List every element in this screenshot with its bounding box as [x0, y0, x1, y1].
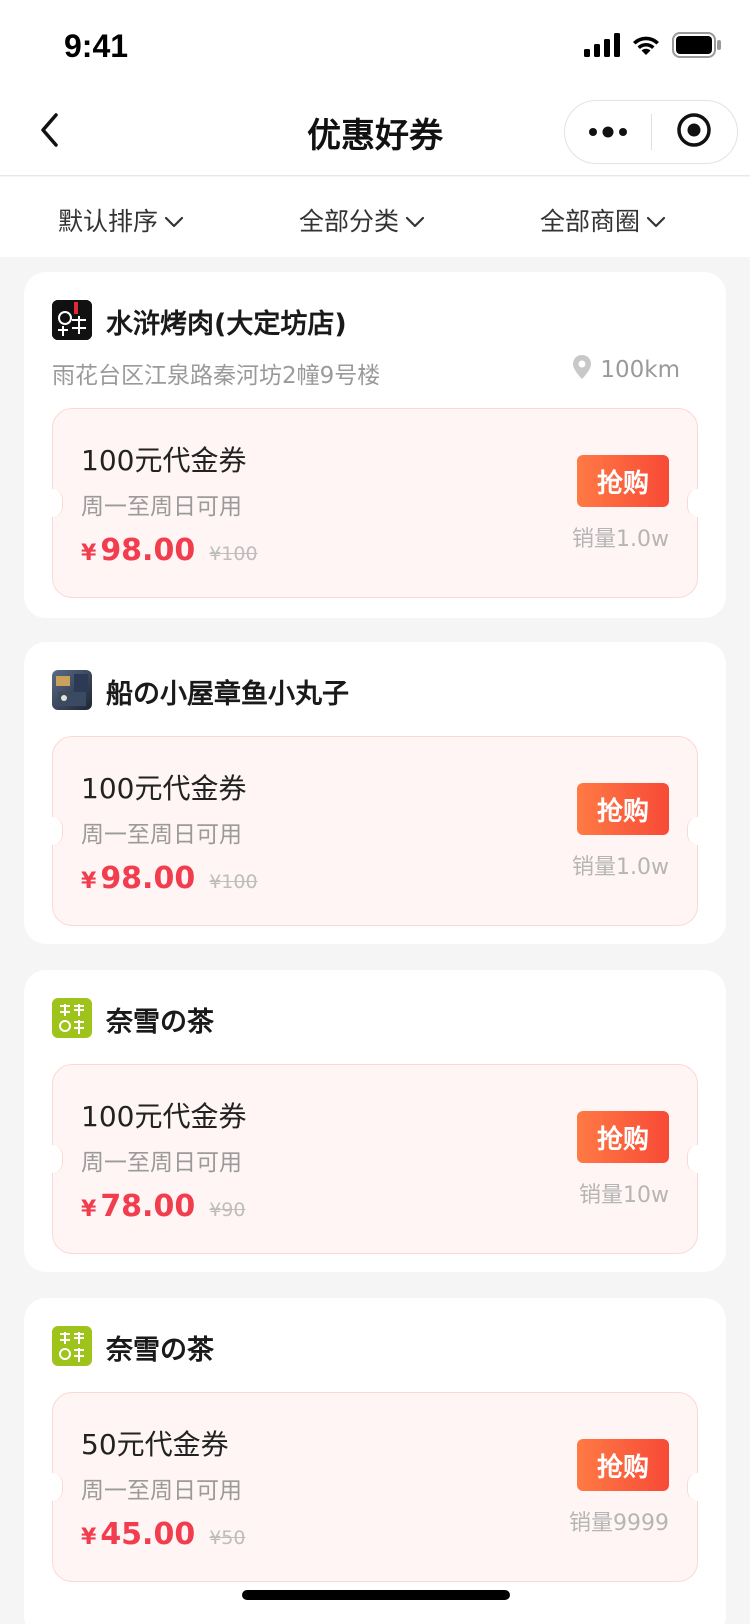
price-symbol: ¥: [81, 1525, 97, 1550]
coupon-desc: 周一至周日可用: [81, 1478, 242, 1504]
close-button[interactable]: [652, 100, 738, 164]
chevron-down-icon: [646, 206, 666, 235]
shop-card[interactable]: 奈雪の茶 100元代金券 周一至周日可用 ¥ 78.00 ¥90 抢购 销量10…: [24, 970, 726, 1272]
shop-name: 奈雪の茶: [106, 1007, 214, 1038]
home-indicator: [242, 1590, 510, 1600]
coupon-price: ¥ 45.00 ¥50: [81, 1517, 245, 1552]
sales-count: 销量9999: [569, 1511, 669, 1536]
sales-count: 销量10w: [579, 1183, 669, 1208]
price-symbol: ¥: [81, 541, 97, 566]
more-dots-icon: [588, 123, 628, 142]
filter-category[interactable]: 全部分类: [299, 203, 425, 237]
coupon[interactable]: 100元代金券 周一至周日可用 ¥ 98.00 ¥100 抢购 销量1.0w: [42, 408, 708, 598]
coupon-title: 100元代金券: [81, 772, 247, 805]
shop-logo: [52, 1326, 92, 1366]
price-symbol: ¥: [81, 869, 97, 894]
chevron-down-icon: [405, 206, 425, 235]
filter-sort-label: 默认排序: [58, 207, 159, 236]
sales-count: 销量1.0w: [572, 527, 669, 552]
coupon-title: 100元代金券: [81, 1100, 247, 1133]
shop-name: 船の小屋章鱼小丸子: [106, 679, 349, 710]
nav-bar: 优惠好券: [0, 88, 750, 176]
shop-card[interactable]: 奈雪の茶 50元代金券 周一至周日可用 ¥ 45.00 ¥50 抢购 销量999…: [24, 1298, 726, 1624]
status-time: 9:41: [64, 28, 129, 64]
battery-icon: [672, 32, 722, 62]
shop-address: 雨花台区江泉路秦河坊2幢9号楼: [52, 363, 381, 389]
naixue-logo-mark: [52, 998, 92, 1038]
filter-district[interactable]: 全部商圈: [540, 203, 666, 237]
mini-program-capsule: [564, 100, 738, 164]
coupon-price: ¥ 98.00 ¥100: [81, 861, 258, 896]
target-close-icon: [676, 112, 712, 152]
naixue-logo-mark: [52, 1326, 92, 1366]
shop-name: 奈雪の茶: [106, 1335, 214, 1366]
coupon[interactable]: 100元代金券 周一至周日可用 ¥ 98.00 ¥100 抢购 销量1.0w: [42, 736, 708, 926]
shop-distance: 100km: [572, 354, 680, 386]
price-value: 98.00: [100, 533, 196, 568]
shop-logo: [52, 670, 92, 710]
shop-logo: [52, 998, 92, 1038]
original-price: ¥100: [209, 543, 258, 565]
signal-icon: [584, 33, 620, 61]
wifi-icon: [630, 33, 662, 61]
filter-sort[interactable]: 默认排序: [58, 203, 184, 237]
shop-card[interactable]: 船の小屋章鱼小丸子 100元代金券 周一至周日可用 ¥ 98.00 ¥100 抢…: [24, 642, 726, 944]
filter-category-label: 全部分类: [299, 207, 400, 236]
filter-bar: 默认排序 全部分类 全部商圈: [0, 177, 750, 257]
coupon-price: ¥ 78.00 ¥90: [81, 1189, 245, 1224]
coupon-price: ¥ 98.00 ¥100: [81, 533, 258, 568]
buy-button[interactable]: 抢购: [577, 455, 669, 507]
chevron-down-icon: [164, 206, 184, 235]
shop-name: 水浒烤肉(大定坊店): [106, 309, 347, 340]
coupon-title: 100元代金券: [81, 444, 247, 477]
more-button[interactable]: [565, 100, 651, 164]
coupon-desc: 周一至周日可用: [81, 494, 242, 520]
price-value: 98.00: [100, 861, 196, 896]
price-symbol: ¥: [81, 1197, 97, 1222]
status-bar: 9:41: [0, 0, 750, 88]
original-price: ¥50: [209, 1527, 246, 1549]
distance-value: 100km: [600, 357, 680, 383]
original-price: ¥90: [209, 1199, 246, 1221]
coupon-desc: 周一至周日可用: [81, 1150, 242, 1176]
original-price: ¥100: [209, 871, 258, 893]
shop-card[interactable]: 水浒烤肉(大定坊店) 雨花台区江泉路秦河坊2幢9号楼 100km 100元代金券…: [24, 272, 726, 618]
coupon-desc: 周一至周日可用: [81, 822, 242, 848]
coupon-title: 50元代金券: [81, 1428, 229, 1461]
shop-logo: [52, 300, 92, 340]
buy-button[interactable]: 抢购: [577, 1439, 669, 1491]
coupon[interactable]: 100元代金券 周一至周日可用 ¥ 78.00 ¥90 抢购 销量10w: [42, 1064, 708, 1254]
filter-district-label: 全部商圈: [540, 207, 641, 236]
buy-button[interactable]: 抢购: [577, 783, 669, 835]
status-icons: [584, 32, 722, 62]
coupon[interactable]: 50元代金券 周一至周日可用 ¥ 45.00 ¥50 抢购 销量9999: [42, 1392, 708, 1582]
location-pin-icon: [572, 354, 592, 386]
sales-count: 销量1.0w: [572, 855, 669, 880]
buy-button[interactable]: 抢购: [577, 1111, 669, 1163]
price-value: 45.00: [100, 1517, 196, 1552]
price-value: 78.00: [100, 1189, 196, 1224]
